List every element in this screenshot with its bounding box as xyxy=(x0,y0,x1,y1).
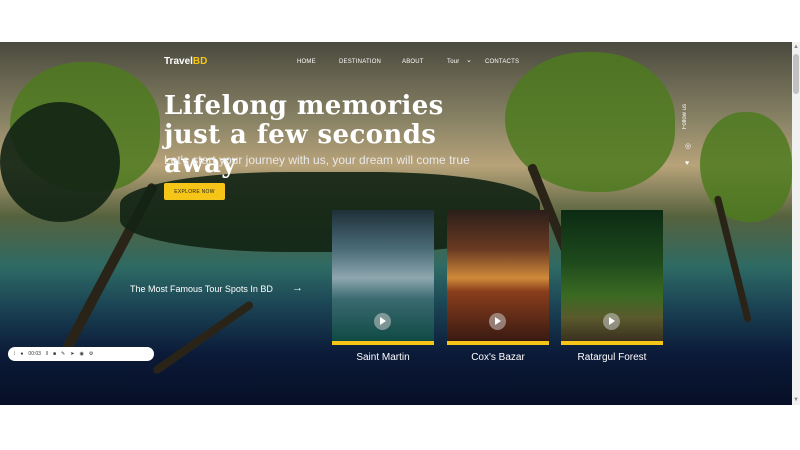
scrollbar-thumb[interactable] xyxy=(793,54,799,94)
recorder-toolbar: ⁞ ● 00:03 ‖ ■ ✎ ➤ ◉ ⚙ xyxy=(8,347,154,361)
stop-icon[interactable]: ■ xyxy=(53,347,56,361)
drag-handle-icon[interactable]: ⁞ xyxy=(14,347,15,361)
scroll-up-icon[interactable]: ▲ xyxy=(793,44,799,50)
brand-logo[interactable]: TravelBD xyxy=(164,56,207,67)
spot-label[interactable]: Cox's Bazar xyxy=(447,352,549,363)
spot-label[interactable]: Saint Martin xyxy=(332,352,434,363)
nav-home[interactable]: HOME xyxy=(297,59,316,65)
chevron-down-icon[interactable]: ⌄ xyxy=(466,56,472,64)
card-accent-bar xyxy=(332,341,434,345)
screen-bottom-frame xyxy=(0,405,800,450)
nav-tour[interactable]: Tour xyxy=(447,59,459,65)
spot-card-ratargul-forest[interactable] xyxy=(561,210,663,345)
explore-now-button[interactable]: EXPLORE NOW xyxy=(164,183,225,200)
nav-destination[interactable]: DESTINATION xyxy=(339,59,381,65)
card-accent-bar xyxy=(561,341,663,345)
pause-icon[interactable]: ‖ xyxy=(46,347,48,361)
palm-trunk-fallen xyxy=(151,299,255,376)
arrow-right-icon[interactable]: → xyxy=(292,282,303,294)
spot-card-saint-martin[interactable] xyxy=(332,210,434,345)
record-icon[interactable]: ● xyxy=(20,347,23,361)
hero-subtitle: Let's start your journey with us, your d… xyxy=(164,153,470,167)
play-icon[interactable] xyxy=(374,313,391,330)
twitter-icon[interactable]: ♥ xyxy=(685,160,689,167)
nav-about[interactable]: ABOUT xyxy=(402,59,424,65)
follow-us-label: Follow us xyxy=(682,104,688,130)
pointer-icon[interactable]: ➤ xyxy=(70,347,74,361)
spot-label[interactable]: Ratargul Forest xyxy=(561,352,663,363)
pen-icon[interactable]: ✎ xyxy=(61,347,65,361)
screen-top-frame xyxy=(0,0,800,42)
card-accent-bar xyxy=(447,341,549,345)
spot-card-coxs-bazar[interactable] xyxy=(447,210,549,345)
scroll-down-icon[interactable]: ▼ xyxy=(793,397,799,403)
palm-shadow-left xyxy=(0,102,120,222)
page-scrollbar[interactable]: ▲ ▼ xyxy=(792,42,800,405)
nav-contacts[interactable]: CONTACTS xyxy=(485,59,519,65)
play-icon[interactable] xyxy=(603,313,620,330)
famous-spots-heading: The Most Famous Tour Spots In BD xyxy=(130,284,273,294)
recording-time: 00:03 xyxy=(28,351,41,357)
palm-leaves-right xyxy=(700,112,792,222)
play-icon[interactable] xyxy=(489,313,506,330)
settings-icon[interactable]: ⚙ xyxy=(89,347,93,361)
camera-icon[interactable]: ◉ xyxy=(79,347,83,361)
instagram-icon[interactable]: ◎ xyxy=(685,142,691,150)
